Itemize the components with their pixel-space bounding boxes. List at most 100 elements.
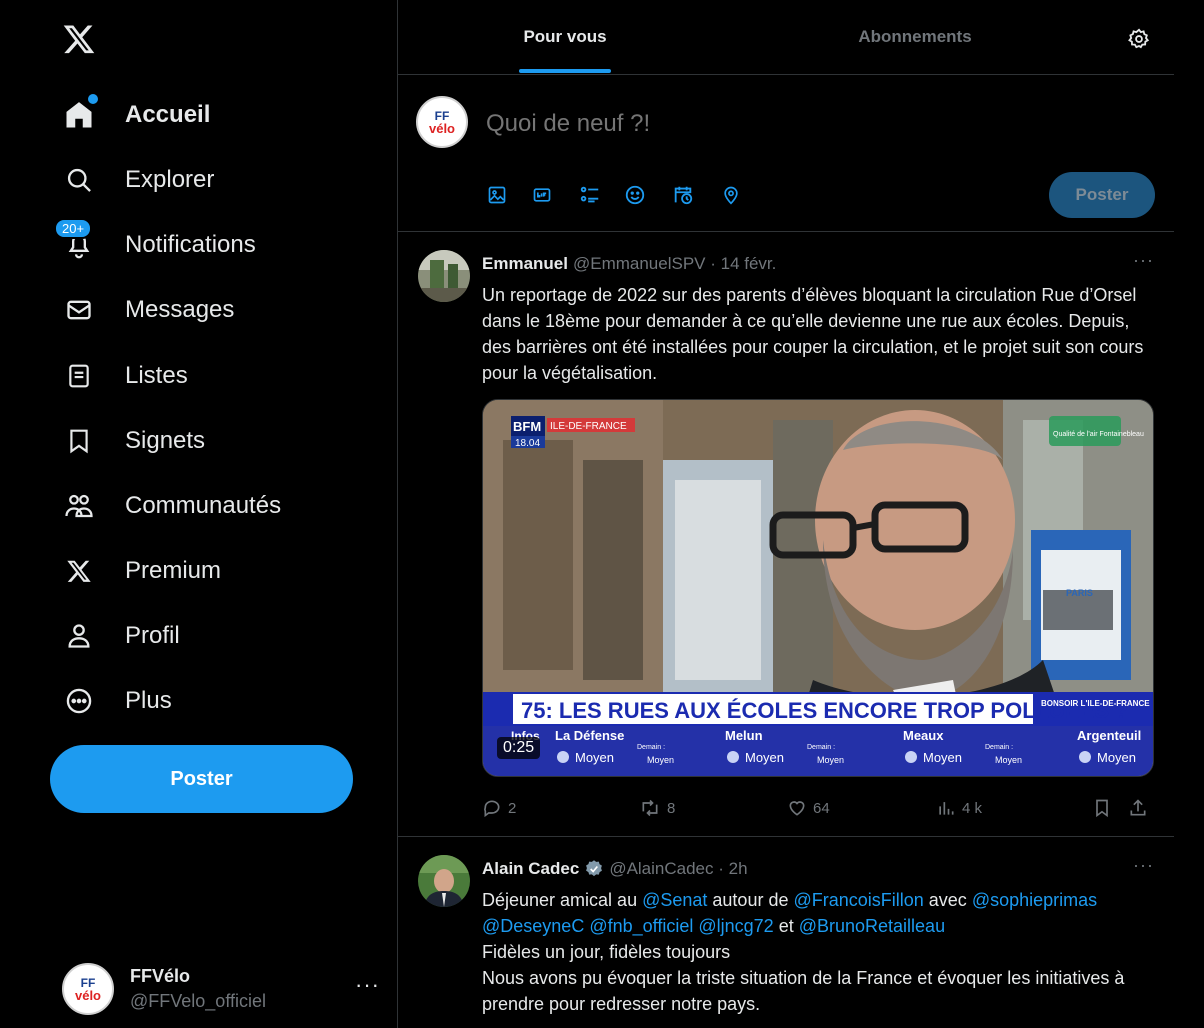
- ticker-level: Moyen: [817, 755, 844, 765]
- sidebar-item-notifications[interactable]: 20+ Notifications: [54, 218, 256, 270]
- notification-count-badge: 20+: [54, 218, 93, 239]
- sidebar-item-explorer[interactable]: Explorer: [62, 155, 214, 205]
- schedule-icon[interactable]: [671, 183, 695, 207]
- emoji-icon[interactable]: [623, 183, 647, 207]
- avatar-logo-text: vélo: [74, 987, 101, 1003]
- views-button[interactable]: 4 k: [936, 798, 982, 818]
- tab-abonnements[interactable]: Abonnements: [798, 0, 1032, 74]
- tweet-more-icon[interactable]: ···: [1133, 855, 1154, 876]
- broadcast-time: 18.04: [515, 438, 540, 449]
- video-duration: 0:25: [497, 737, 541, 759]
- mention-link[interactable]: @BrunoRetailleau: [799, 916, 945, 936]
- ticker-level: Moyen: [923, 750, 962, 765]
- mention-link[interactable]: @FrancoisFillon: [793, 890, 923, 910]
- avatar-logo-text: FF: [80, 975, 96, 990]
- ticker-city: La Défense: [555, 728, 624, 743]
- mention-link[interactable]: @sophieprimas: [972, 890, 1097, 910]
- reply-count: 2: [508, 799, 517, 817]
- sidebar-item-label: Explorer: [125, 166, 215, 193]
- sidebar-item-messages[interactable]: Messages: [62, 285, 234, 335]
- ticker-city: Melun: [725, 728, 763, 743]
- avatar-logo-text: vélo: [428, 120, 455, 136]
- sidebar: Accueil Explorer 20+ Notifications Messa…: [0, 0, 398, 1028]
- envelope-icon: [62, 293, 96, 327]
- share-button[interactable]: [1128, 798, 1154, 818]
- sidebar-item-plus[interactable]: Plus: [62, 676, 172, 726]
- account-switcher[interactable]: FF vélo FFVélo @FFVelo_officiel ···: [62, 960, 380, 1018]
- ticker-city: Argenteuil: [1077, 728, 1141, 743]
- sidebar-item-listes[interactable]: Listes: [62, 351, 188, 401]
- sidebar-item-label: Listes: [125, 362, 188, 389]
- tweet-video[interactable]: BFM ILE-DE-FRANCE 18.04 Qualité de l'air…: [482, 399, 1154, 777]
- tweet-text-segment: et: [773, 916, 799, 936]
- reply-button[interactable]: 2: [482, 798, 516, 818]
- sidebar-item-signets[interactable]: Signets: [62, 416, 205, 466]
- account-more-icon[interactable]: ···: [355, 972, 380, 998]
- tweet[interactable]: Alain Cadec @AlainCadec · 2h ··· Déjeune…: [398, 837, 1174, 1028]
- tweet[interactable]: Emmanuel @EmmanuelSPV · 14 févr. ··· Un …: [398, 232, 1174, 837]
- tweet-text-segment: Fidèles un jour, fidèles toujours: [482, 942, 731, 962]
- views-count: 4 k: [962, 799, 983, 817]
- gif-icon[interactable]: [530, 183, 554, 207]
- bookmark-button[interactable]: [1092, 798, 1118, 818]
- sidebar-item-label: Communautés: [125, 492, 282, 519]
- mention-link[interactable]: @fnb_officiel: [589, 916, 693, 936]
- gear-icon[interactable]: [1128, 28, 1150, 50]
- avatar[interactable]: [418, 250, 470, 302]
- tweet-more-icon[interactable]: ···: [1133, 250, 1154, 271]
- sidebar-item-accueil[interactable]: Accueil: [62, 90, 210, 140]
- avatar-logo-text: FF: [434, 108, 450, 123]
- tweet-text-segment: autour de: [707, 890, 794, 910]
- sidebar-item-premium[interactable]: Premium: [62, 546, 221, 596]
- like-count: 64: [813, 799, 830, 817]
- show-name: BONSOIR L'ILE-DE-FRANCE: [1041, 699, 1150, 708]
- tweet-text: Déjeuner amical au @Senat autour de @Fra…: [482, 887, 1162, 1017]
- new-content-dot: [88, 94, 98, 104]
- account-name: FFVélo: [130, 966, 191, 986]
- tweet-author-handle[interactable]: @EmmanuelSPV · 14 févr.: [573, 254, 776, 274]
- tweet-text-segment: Nous avons pu évoquer la triste situatio…: [482, 968, 1125, 1014]
- views-icon: [939, 802, 954, 815]
- sidebar-item-profil[interactable]: Profil: [62, 611, 180, 661]
- post-button[interactable]: Poster: [50, 745, 353, 813]
- bookmark-icon: [62, 424, 96, 458]
- timeline-tabs: Pour vous Abonnements: [398, 0, 1174, 75]
- x-logo-icon[interactable]: [62, 22, 100, 60]
- video-headline: 75: LES RUES AUX ÉCOLES ENCORE TROP POLL…: [521, 698, 1129, 723]
- ticker-level: Moyen: [745, 750, 784, 765]
- sidebar-item-communautes[interactable]: Communautés: [62, 481, 281, 531]
- tweet-actions: 2 8 64 4 k: [482, 798, 1158, 822]
- tweet-author-handle[interactable]: @AlainCadec · 2h: [609, 859, 747, 879]
- tweet-author-name[interactable]: Emmanuel: [482, 254, 568, 274]
- scrollbar-area[interactable]: [1174, 0, 1204, 1028]
- mention-link[interactable]: @DeseyneC: [482, 916, 584, 936]
- repost-button[interactable]: 8: [639, 798, 675, 818]
- like-button[interactable]: 64: [787, 798, 830, 818]
- communities-icon: [62, 489, 96, 523]
- person-icon: [62, 619, 96, 653]
- post-button[interactable]: Poster: [1049, 172, 1155, 218]
- compose-input[interactable]: [484, 109, 1088, 139]
- tab-pour-vous[interactable]: Pour vous: [478, 0, 652, 74]
- location-icon[interactable]: [719, 183, 743, 207]
- poll-icon[interactable]: [578, 183, 602, 207]
- mention-link[interactable]: @Senat: [642, 890, 707, 910]
- heart-icon: [789, 801, 805, 816]
- ticker-level: Moyen: [575, 750, 614, 765]
- ticker-tomorrow-label: Demain :: [807, 744, 835, 751]
- list-icon: [62, 359, 96, 393]
- avatar: FF vélo: [416, 96, 468, 148]
- avatar[interactable]: [418, 855, 470, 907]
- ticker-tomorrow-label: Demain :: [985, 744, 1013, 751]
- tweet-author-name[interactable]: Alain Cadec: [482, 859, 579, 879]
- ticker-tomorrow-label: Demain :: [637, 744, 665, 751]
- composer: FF vélo Poster: [398, 75, 1174, 232]
- sidebar-item-label: Signets: [125, 427, 206, 454]
- ticker-level: Moyen: [1097, 750, 1136, 765]
- image-icon[interactable]: [485, 183, 509, 207]
- mention-link[interactable]: @ljncg72: [698, 916, 773, 936]
- ticker-level: Moyen: [647, 755, 674, 765]
- sign-text: PARIS: [1066, 588, 1093, 598]
- sidebar-item-label: Premium: [125, 557, 222, 584]
- active-tab-indicator: [519, 69, 611, 73]
